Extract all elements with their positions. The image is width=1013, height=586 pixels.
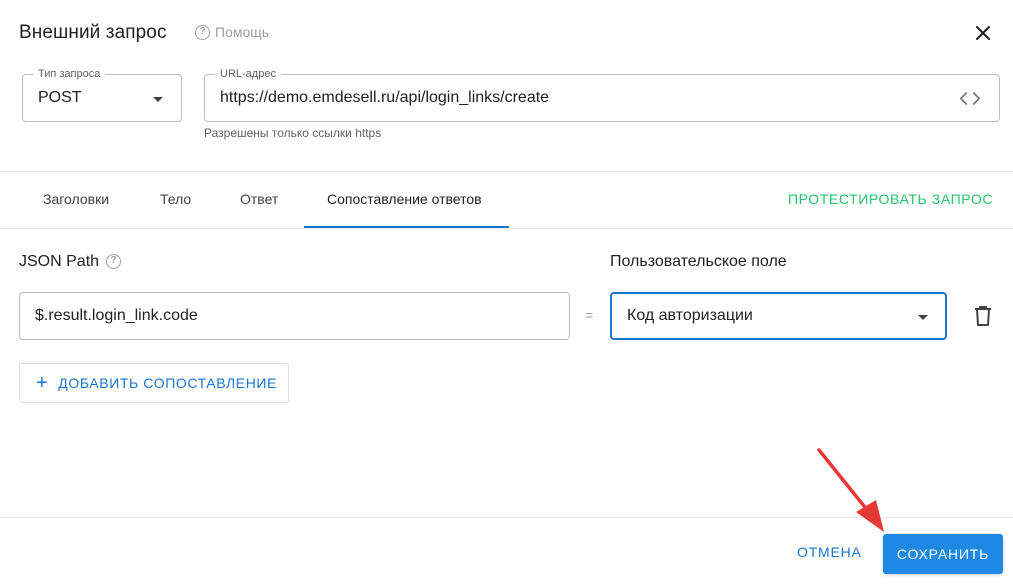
add-mapping-label: ДОБАВИТЬ СОПОСТАВЛЕНИЕ (58, 375, 278, 391)
delete-icon[interactable] (974, 305, 992, 327)
json-path-heading: JSON Path (19, 253, 100, 270)
method-value: POST (38, 89, 82, 106)
add-mapping-button[interactable]: + ДОБАВИТЬ СОПОСТАВЛЕНИЕ (19, 363, 289, 403)
cancel-button[interactable]: ОТМЕНА (797, 544, 862, 560)
divider (0, 228, 1013, 229)
url-label: URL-адрес (215, 67, 281, 81)
annotation-arrow-icon (817, 448, 884, 532)
json-path-input[interactable]: $.result.login_link.code (19, 292, 570, 340)
plus-icon: + (36, 372, 49, 394)
close-icon[interactable] (972, 22, 994, 44)
equals-sign: = (585, 307, 594, 323)
chevron-down-icon (918, 315, 928, 320)
tab-response[interactable]: Ответ (240, 191, 278, 207)
help-icon: ? (195, 24, 210, 40)
page-title: Внешний запрос (19, 22, 167, 43)
save-button[interactable]: СОХРАНИТЬ (883, 534, 1003, 574)
tab-response-mapping[interactable]: Сопоставление ответов (327, 191, 482, 207)
chevron-down-icon (153, 97, 163, 102)
help-icon[interactable]: ? (106, 254, 121, 269)
method-label: Тип запроса (33, 67, 106, 81)
json-path-value: $.result.login_link.code (35, 307, 198, 324)
custom-field-value: Код авторизации (627, 307, 753, 324)
divider (0, 171, 1013, 172)
method-select[interactable]: Тип запроса POST (22, 67, 182, 122)
tab-headers[interactable]: Заголовки (43, 191, 109, 207)
custom-field-select[interactable]: Код авторизации (610, 292, 947, 340)
url-hint: Разрешены только ссылки https (204, 126, 382, 140)
tab-body[interactable]: Тело (160, 191, 191, 207)
code-icon[interactable] (959, 91, 981, 106)
url-field[interactable]: URL-адрес https://demo.emdesell.ru/api/l… (204, 67, 1000, 122)
custom-field-heading: Пользовательское поле (610, 253, 787, 270)
help-label: Помощь (215, 24, 270, 40)
help-link[interactable]: ? Помощь (195, 24, 269, 40)
url-value: https://demo.emdesell.ru/api/login_links… (220, 89, 550, 106)
test-request-button[interactable]: ПРОТЕСТИРОВАТЬ ЗАПРОС (788, 191, 993, 207)
